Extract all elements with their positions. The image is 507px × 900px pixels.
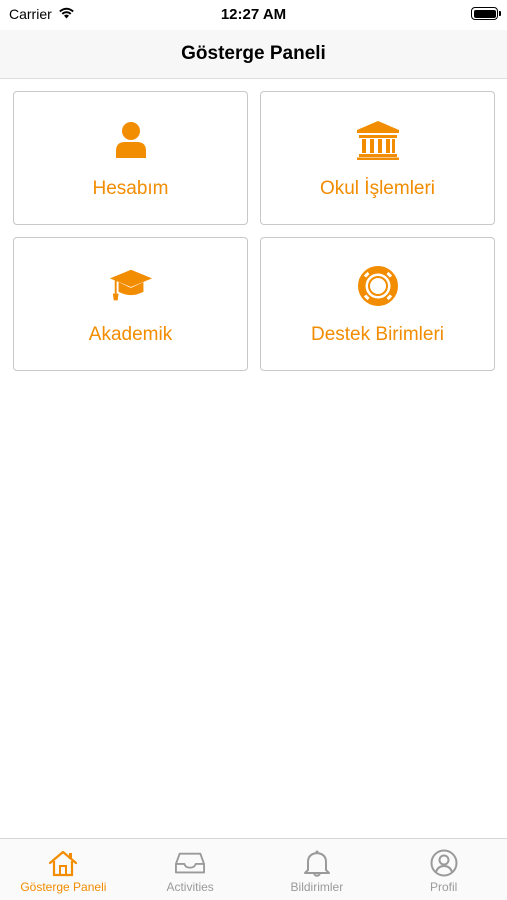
tile-okul-islemleri[interactable]: Okul İşlemleri — [260, 91, 495, 225]
tab-label: Activities — [166, 880, 214, 894]
institution-icon — [356, 120, 400, 160]
tab-gosterge-paneli[interactable]: Gösterge Paneli — [0, 839, 127, 900]
tab-profil[interactable]: Profil — [380, 839, 507, 900]
navigation-bar: Gösterge Paneli — [0, 30, 507, 79]
home-icon — [48, 849, 78, 877]
tile-hesabim[interactable]: Hesabım — [13, 91, 248, 225]
page-title: Gösterge Paneli — [181, 43, 326, 64]
tab-label: Gösterge Paneli — [20, 880, 107, 894]
tab-activities[interactable]: Activities — [127, 839, 254, 900]
tile-label: Okul İşlemleri — [319, 178, 436, 199]
tab-bar: Gösterge Paneli Activities Bildirimler P… — [0, 838, 507, 900]
tab-label: Bildirimler — [290, 880, 344, 894]
dashboard-grid: Hesabım Okul İşlemleri Akademik Destek B… — [13, 91, 495, 371]
life-ring-icon — [356, 266, 400, 306]
user-icon — [109, 120, 153, 160]
tile-label: Hesabım — [92, 178, 169, 199]
status-bar: Carrier 12:27 AM — [0, 0, 507, 30]
profile-icon — [429, 849, 459, 877]
tab-bildirimler[interactable]: Bildirimler — [254, 839, 381, 900]
graduation-cap-icon — [109, 266, 153, 306]
tile-label: Destek Birimleri — [310, 324, 445, 345]
battery-icon — [471, 7, 501, 20]
tile-destek-birimleri[interactable]: Destek Birimleri — [260, 237, 495, 371]
tile-akademik[interactable]: Akademik — [13, 237, 248, 371]
clock: 12:27 AM — [220, 6, 287, 23]
tab-label: Profil — [429, 880, 458, 894]
bell-icon — [302, 849, 332, 877]
tile-label: Akademik — [88, 324, 173, 345]
inbox-icon — [175, 849, 206, 877]
